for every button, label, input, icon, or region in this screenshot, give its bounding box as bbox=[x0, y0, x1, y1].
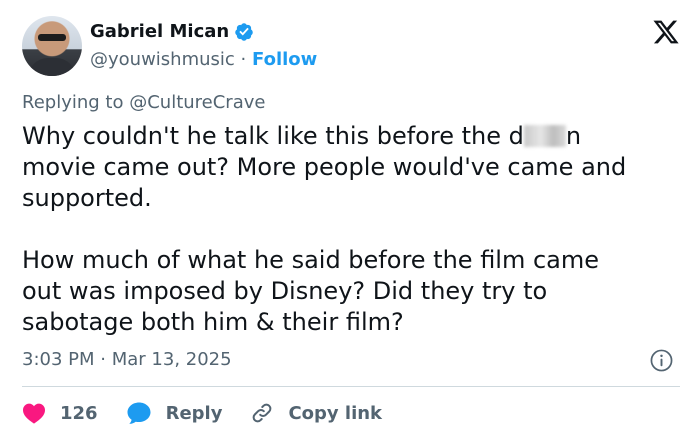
tweet-line: Why couldn't he talk like this before th… bbox=[22, 121, 682, 152]
tweet-text-segment: Why couldn't he talk like this before th… bbox=[22, 122, 524, 150]
handle-separator: · bbox=[240, 49, 247, 70]
tweet-time: 3:03 PM bbox=[22, 349, 95, 370]
info-icon[interactable] bbox=[650, 349, 673, 372]
like-count: 126 bbox=[60, 402, 98, 424]
author-name[interactable]: Gabriel Mican bbox=[90, 21, 229, 42]
reply-button[interactable]: Reply bbox=[126, 401, 223, 425]
tweet-line: movie came out? More people would've cam… bbox=[22, 153, 627, 181]
censored-blur bbox=[523, 125, 566, 147]
copy-link-label: Copy link bbox=[288, 402, 383, 424]
verified-badge-icon bbox=[235, 22, 253, 41]
avatar[interactable] bbox=[22, 16, 82, 76]
author-handle-row: @youwishmusic · Follow bbox=[90, 49, 317, 70]
like-button[interactable]: 126 bbox=[22, 402, 98, 424]
tweet-line: out was imposed by Disney? Did they try … bbox=[22, 277, 548, 305]
avatar-shirt bbox=[28, 58, 76, 76]
author-name-row: Gabriel Mican bbox=[90, 21, 254, 42]
reply-label: Reply bbox=[165, 402, 223, 424]
timestamp-separator: · bbox=[100, 349, 106, 370]
tweet-text-segment: n bbox=[565, 122, 582, 150]
tweet-text: Why couldn't he talk like this before th… bbox=[22, 121, 682, 338]
x-logo-icon[interactable] bbox=[652, 18, 680, 46]
tweet-line: supported. bbox=[22, 184, 152, 212]
tweet-line: sabotage both him & their film? bbox=[22, 308, 404, 336]
replying-prefix: Replying to bbox=[22, 92, 124, 113]
avatar-glasses bbox=[38, 34, 66, 41]
tweet-header: Gabriel Mican @youwishmusic · Follow bbox=[22, 16, 682, 78]
action-bar: 126 Reply Copy link bbox=[22, 399, 410, 427]
author-handle[interactable]: @youwishmusic bbox=[90, 49, 235, 70]
follow-button[interactable]: Follow bbox=[252, 49, 317, 70]
heart-icon bbox=[23, 403, 45, 424]
link-icon bbox=[253, 403, 272, 423]
reply-mention-link[interactable]: @CultureCrave bbox=[129, 92, 265, 113]
replying-to: Replying to @CultureCrave bbox=[22, 92, 265, 113]
tweet-timestamp[interactable]: 3:03 PM · Mar 13, 2025 bbox=[22, 349, 232, 370]
reply-bubble-icon bbox=[127, 402, 151, 424]
tweet-line: How much of what he said before the film… bbox=[22, 246, 600, 274]
tweet-date: Mar 13, 2025 bbox=[111, 349, 232, 370]
divider bbox=[22, 386, 680, 387]
copy-link-button[interactable]: Copy link bbox=[250, 401, 382, 425]
